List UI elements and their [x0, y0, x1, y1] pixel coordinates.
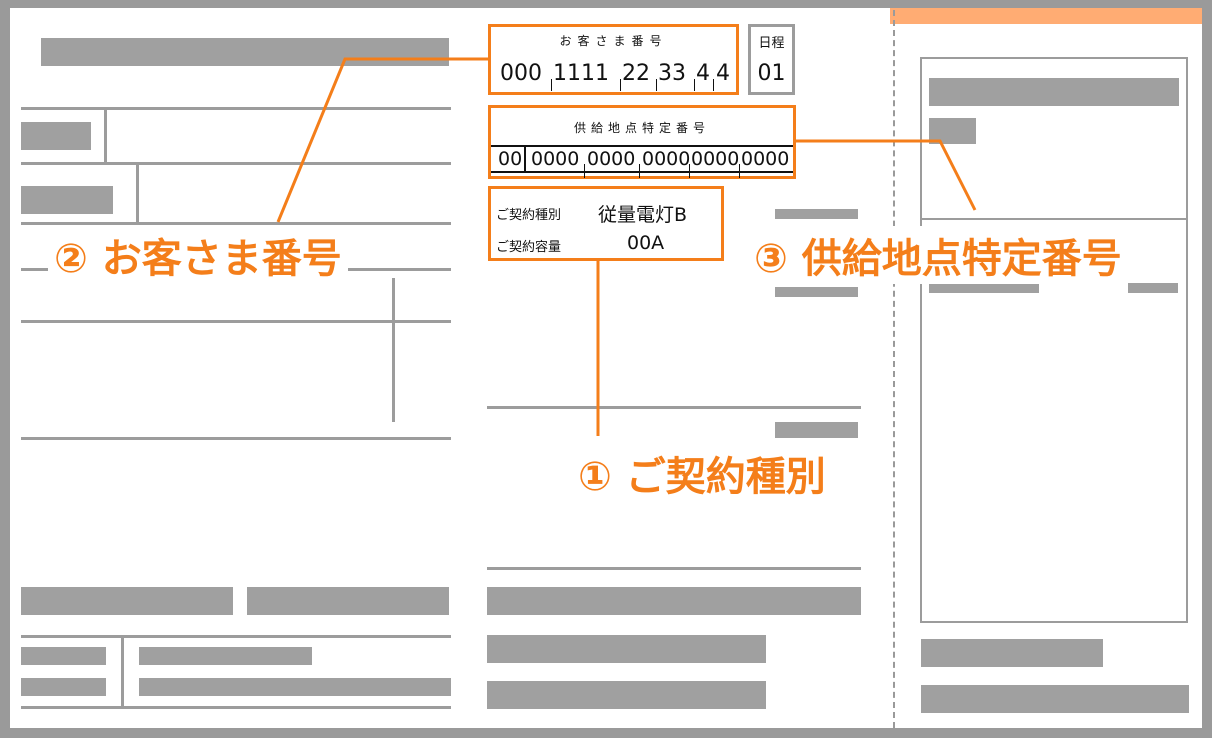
customer-number-segment: 4: [716, 61, 730, 86]
segment-tick: [689, 164, 690, 178]
customer-number-segment: 22: [622, 61, 650, 86]
supply-point-heading: 供給地点特定番号: [573, 121, 710, 135]
supply-point-segment: 0000: [531, 148, 580, 170]
customer-number-heading: お客さま番号: [559, 34, 668, 48]
bill-diagram: お客さま番号 000 1111 22 33 4 4 日程 01 供給地点特定番号…: [0, 0, 1212, 738]
schedule-heading: 日程: [758, 36, 785, 51]
contract-box: ご契約種別 従量電灯B ご契約容量 00A: [488, 186, 724, 261]
supply-point-segment: 00: [498, 148, 523, 170]
customer-number-box: お客さま番号 000 1111 22 33 4 4: [488, 24, 739, 95]
customer-number-segment: 33: [658, 61, 686, 86]
supply-point-segment: 0000: [741, 148, 790, 170]
segment-tick: [551, 79, 552, 91]
segment-tick: [584, 164, 585, 178]
segment-tick: [713, 79, 714, 91]
supply-point-box: 供給地点特定番号 00 0000 0000 0000 0000 0000: [488, 105, 796, 179]
supply-point-rule: [491, 145, 793, 147]
schedule-box: 日程 01: [748, 24, 795, 95]
connector-customer-number: [276, 57, 488, 223]
contract-capacity-label: ご契約容量: [496, 240, 562, 255]
contract-capacity-value: 00A: [627, 232, 665, 254]
callout-customer-number: ② お客さま番号: [48, 226, 348, 284]
supply-point-rule: [491, 171, 793, 173]
supply-point-segment: 0000: [587, 148, 636, 170]
supply-point-segment: 0000: [691, 148, 740, 170]
customer-number-segment: 1111: [553, 61, 609, 86]
supply-point-divider: [524, 145, 526, 173]
connector-supply-point: [796, 139, 977, 211]
segment-tick: [739, 164, 740, 178]
segment-tick: [694, 79, 695, 91]
callout-contract-type: ① ご契約種別: [572, 444, 832, 502]
segment-tick: [656, 79, 657, 91]
segment-tick: [639, 164, 640, 178]
callout-supply-point: ③ 供給地点特定番号: [748, 226, 1128, 284]
customer-number-segment: 000: [500, 61, 542, 86]
supply-point-segment: 0000: [642, 148, 691, 170]
customer-number-segment: 4: [696, 61, 710, 86]
schedule-value: 01: [757, 61, 786, 86]
contract-type-value: 従量電灯B: [598, 204, 688, 226]
segment-tick: [620, 79, 621, 91]
contract-type-label: ご契約種別: [496, 208, 562, 223]
